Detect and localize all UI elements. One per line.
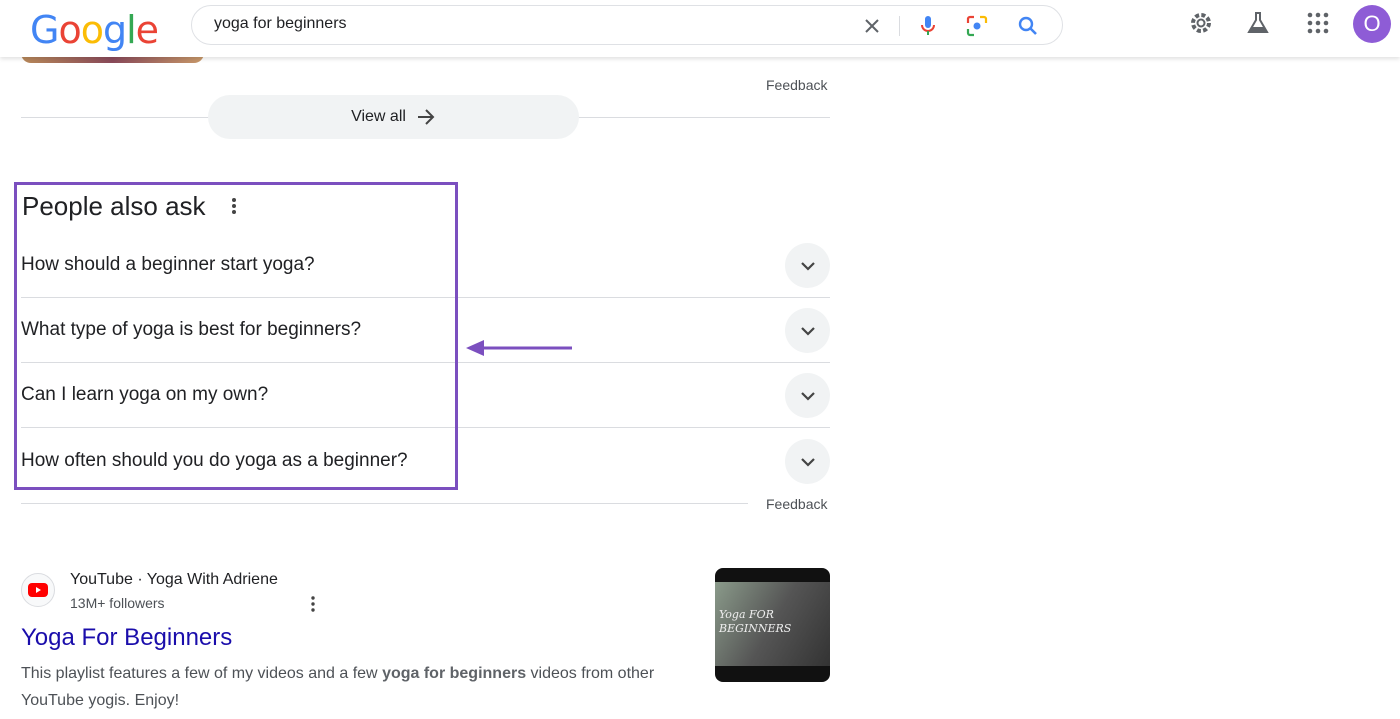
gear-icon[interactable] (1187, 9, 1215, 37)
annotation-arrow (466, 340, 572, 356)
feedback-link[interactable]: Feedback (766, 496, 827, 512)
divider (21, 503, 748, 504)
result-snippet: This playlist features a few of my video… (21, 665, 655, 709)
highlight-box (14, 182, 458, 490)
thumbnail-text: Yoga FOR BEGINNERS (719, 608, 792, 635)
google-logo[interactable]: Google (30, 8, 159, 52)
header: Google O (0, 0, 1400, 57)
chevron-down-icon[interactable] (785, 373, 830, 418)
labs-icon[interactable] (1244, 9, 1272, 37)
mic-icon[interactable] (916, 14, 940, 38)
youtube-icon (21, 573, 55, 607)
lens-icon[interactable] (965, 14, 989, 38)
result-source[interactable]: YouTube · Yoga With Adriene (70, 571, 278, 589)
avatar[interactable]: O (1353, 5, 1391, 43)
arrow-right-icon (417, 109, 435, 125)
view-all-label: View all (351, 108, 406, 125)
search-box (191, 5, 1063, 45)
view-all-button[interactable]: View all (208, 95, 579, 139)
result-thumbnail[interactable]: Yoga FOR BEGINNERS (715, 568, 830, 682)
chevron-down-icon[interactable] (785, 439, 830, 484)
close-icon[interactable] (860, 14, 884, 38)
feedback-link[interactable]: Feedback (766, 77, 827, 93)
result-title-link[interactable]: Yoga For Beginners (21, 624, 232, 652)
search-input[interactable] (214, 15, 814, 33)
chevron-down-icon[interactable] (785, 308, 830, 353)
more-options-icon[interactable] (303, 595, 323, 618)
chevron-down-icon[interactable] (785, 243, 830, 288)
apps-icon[interactable] (1304, 9, 1332, 37)
search-icon[interactable] (1016, 14, 1040, 38)
result-followers: 13M+ followers (70, 595, 165, 611)
